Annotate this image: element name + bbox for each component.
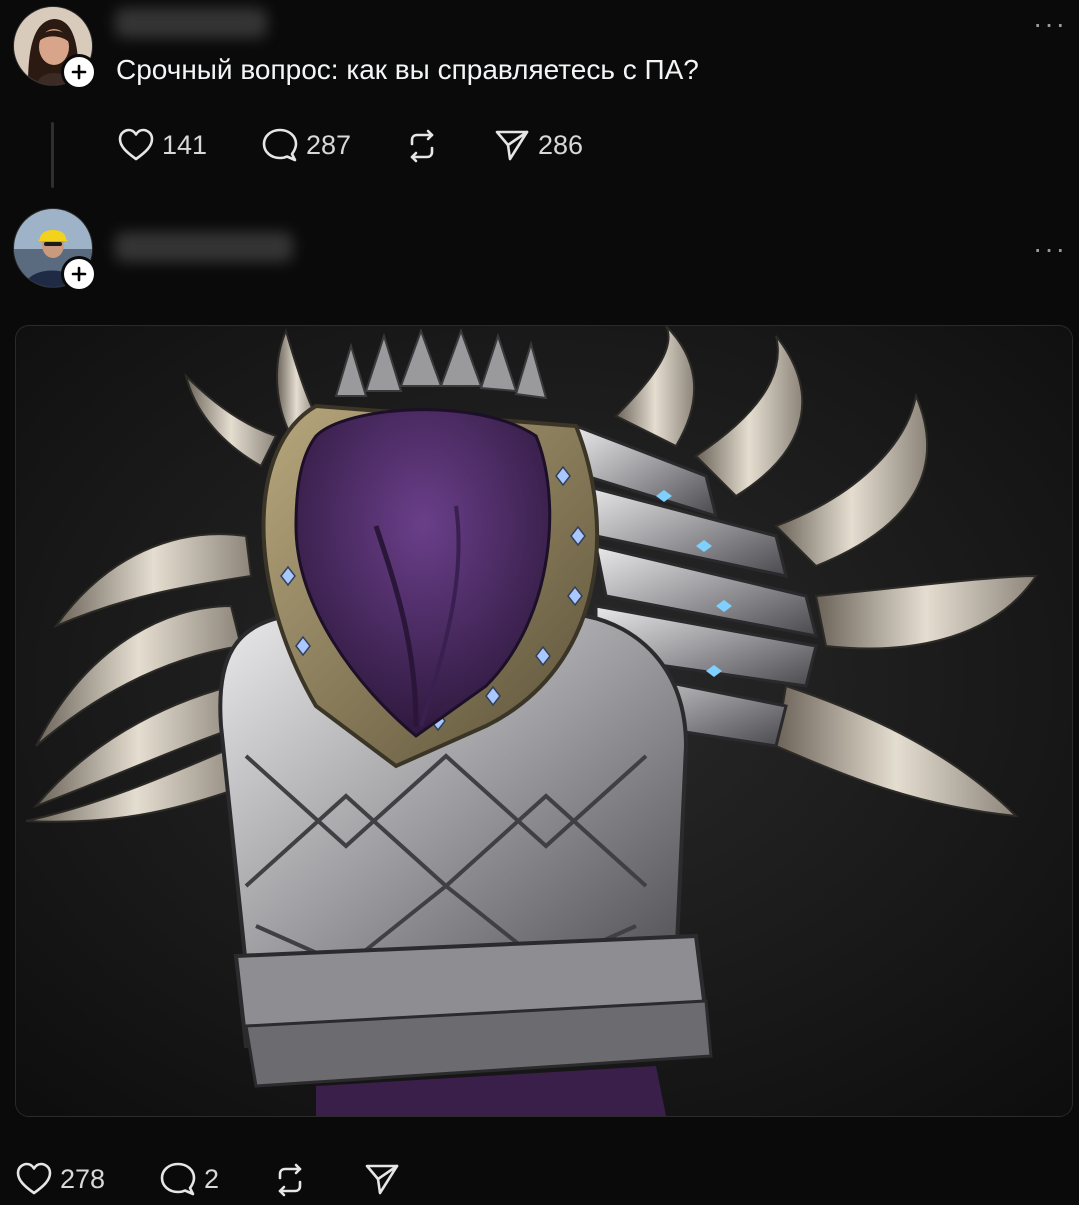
follow-plus-button[interactable] (61, 256, 97, 292)
comment-count: 2 (204, 1163, 220, 1194)
username-redacted[interactable] (115, 232, 293, 262)
plus-icon (71, 266, 87, 282)
post-media-image[interactable] (15, 325, 1073, 1117)
share-button[interactable]: 286 (494, 128, 583, 162)
thread-line (51, 122, 54, 188)
armor-artwork-image (16, 326, 1072, 1116)
share-button[interactable] (364, 1162, 400, 1196)
username-redacted[interactable] (115, 8, 267, 38)
plus-icon (71, 64, 87, 80)
post2-avatar[interactable] (13, 208, 97, 292)
share-count: 286 (538, 129, 584, 160)
more-options-button[interactable]: ··· (1033, 10, 1067, 38)
comment-count: 287 (306, 129, 352, 160)
heart-icon (118, 128, 154, 161)
comment-icon (262, 128, 298, 162)
send-icon (365, 1164, 399, 1195)
repost-button[interactable] (404, 128, 440, 164)
repost-icon (278, 1163, 302, 1197)
send-icon (495, 130, 529, 161)
comment-button[interactable]: 287 (262, 128, 351, 162)
like-count: 141 (162, 129, 208, 160)
post1-avatar[interactable] (13, 6, 97, 90)
like-count: 278 (60, 1163, 106, 1194)
comment-button[interactable]: 2 (160, 1162, 219, 1196)
repost-icon (410, 129, 434, 163)
more-options-button[interactable]: ··· (1033, 235, 1067, 263)
post-text: Срочный вопрос: как вы справляетесь с ПА… (116, 54, 699, 85)
heart-icon (16, 1162, 52, 1195)
follow-plus-button[interactable] (61, 54, 97, 90)
like-button[interactable]: 278 (16, 1162, 105, 1196)
like-button[interactable]: 141 (118, 128, 207, 162)
repost-button[interactable] (272, 1162, 308, 1198)
comment-icon (160, 1162, 196, 1196)
